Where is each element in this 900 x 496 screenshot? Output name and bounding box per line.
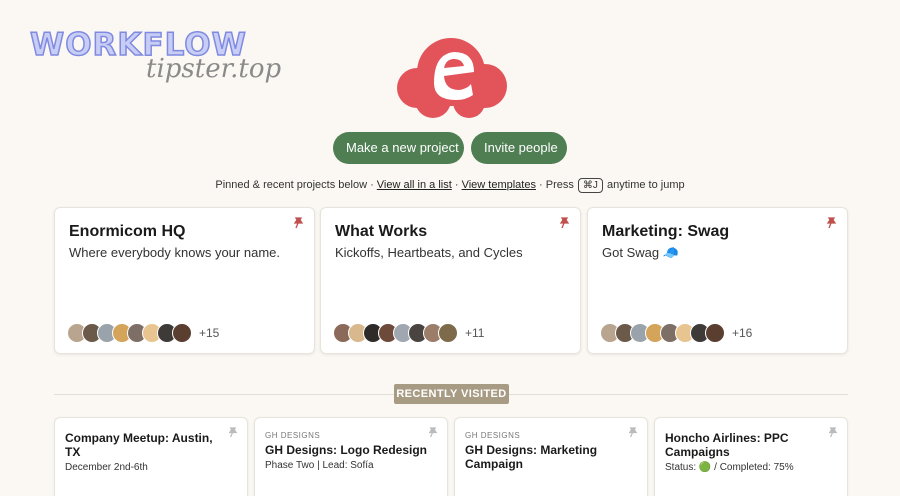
project-card[interactable]: What Works Kickoffs, Heartbeats, and Cyc… xyxy=(320,207,581,354)
avatar xyxy=(705,323,725,343)
pinned-projects: Enormicom HQ Where everybody knows your … xyxy=(54,207,848,354)
member-avatars[interactable]: +16 xyxy=(600,322,752,344)
more-members-count: +16 xyxy=(732,326,753,340)
info-line: Pinned & recent projects below · View al… xyxy=(0,177,900,193)
pin-icon[interactable] xyxy=(825,217,837,229)
avatar xyxy=(438,323,458,343)
recent-project-card[interactable]: Company Meetup: Austin, TX December 2nd-… xyxy=(54,417,248,496)
info-prefix: Pinned & recent projects below · xyxy=(215,179,377,191)
recent-projects: Company Meetup: Austin, TX December 2nd-… xyxy=(54,417,848,496)
member-avatars[interactable]: +11 xyxy=(333,322,484,344)
project-card[interactable]: Marketing: Swag Got Swag 🧢 +16 xyxy=(587,207,848,354)
recent-project-card[interactable]: GH DESIGNS GH Designs: Marketing Campaig… xyxy=(454,417,648,496)
recent-project-title: Honcho Airlines: PPC Campaigns xyxy=(665,431,789,459)
recent-project-title: GH Designs: Marketing Campaign xyxy=(465,443,598,471)
view-all-link[interactable]: View all in a list xyxy=(377,179,452,191)
shortcut-key: ⌘J xyxy=(577,178,603,193)
more-members-count: +11 xyxy=(465,326,485,340)
info-press: · Press xyxy=(535,179,577,191)
info-separator: · xyxy=(451,179,462,191)
project-title: What Works xyxy=(335,223,428,240)
info-suffix: anytime to jump xyxy=(603,179,685,191)
avatar xyxy=(172,323,192,343)
new-project-button[interactable]: Make a new project xyxy=(333,132,464,164)
project-description: Where everybody knows your name. xyxy=(69,245,280,260)
invite-people-button[interactable]: Invite people xyxy=(471,132,567,164)
app-logo-icon[interactable] xyxy=(393,30,509,122)
recent-project-subtitle: Phase Two | Lead: Sofía xyxy=(265,460,374,471)
pin-icon[interactable] xyxy=(292,217,304,229)
project-description: Kickoffs, Heartbeats, and Cycles xyxy=(335,245,523,260)
recent-project-caption: GH DESIGNS xyxy=(465,431,521,440)
watermark-bottom: tipster.top xyxy=(146,54,282,84)
pin-icon[interactable] xyxy=(558,217,570,229)
recently-visited-label: RECENTLY VISITED xyxy=(394,384,509,404)
recent-project-subtitle: December 2nd-6th xyxy=(65,462,148,473)
view-templates-link[interactable]: View templates xyxy=(462,179,536,191)
more-members-count: +15 xyxy=(199,326,220,340)
recent-project-card[interactable]: GH DESIGNS GH Designs: Logo Redesign Pha… xyxy=(254,417,448,496)
recent-project-subtitle: Status: 🟢 / Completed: 75% xyxy=(665,462,794,473)
project-card[interactable]: Enormicom HQ Where everybody knows your … xyxy=(54,207,315,354)
recent-project-caption: GH DESIGNS xyxy=(265,431,321,440)
project-description: Got Swag 🧢 xyxy=(602,245,679,260)
project-title: Marketing: Swag xyxy=(602,223,730,240)
recent-project-title: Company Meetup: Austin, TX xyxy=(65,431,213,459)
primary-actions: Make a new project Invite people xyxy=(0,132,900,164)
project-title: Enormicom HQ xyxy=(69,223,186,240)
watermark: WORKFLOW tipster.top xyxy=(29,27,282,88)
member-avatars[interactable]: +15 xyxy=(67,322,219,344)
recent-project-card[interactable]: Honcho Airlines: PPC Campaigns Status: 🟢… xyxy=(654,417,848,496)
recent-project-title: GH Designs: Logo Redesign xyxy=(265,443,428,457)
